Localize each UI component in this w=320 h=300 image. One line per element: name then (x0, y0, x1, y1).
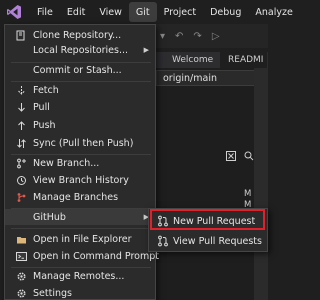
menu-item-label: Open in Command Prompt (33, 250, 160, 262)
menu-item-local-repositories[interactable]: Local Repositories... ▶ (5, 42, 155, 58)
menu-item-label: Push (33, 119, 56, 131)
terminal-icon (15, 250, 27, 262)
redo-icon[interactable]: ↷ (193, 31, 201, 42)
menu-item-label: View Pull Requests (173, 235, 262, 247)
right-side-panel (254, 68, 268, 300)
menu-item-label: GitHub (33, 211, 66, 223)
tab-readme[interactable]: READMI (220, 52, 268, 68)
menu-view[interactable]: View (92, 2, 129, 22)
menu-item-pull[interactable]: Pull (5, 99, 155, 115)
modified-status-badge: M (244, 189, 252, 199)
clone-icon (15, 29, 27, 41)
menu-item-view-branch-history[interactable]: View Branch History (5, 172, 155, 188)
visual-studio-logo-icon[interactable] (6, 3, 22, 21)
menu-item-open-in-command-prompt[interactable]: Open in Command Prompt (5, 248, 159, 264)
editor-area (150, 68, 268, 300)
menu-analyze[interactable]: Analyze (248, 2, 299, 22)
manage-branches-icon (15, 191, 27, 203)
gear-icon (15, 270, 27, 282)
menu-edit[interactable]: Edit (60, 2, 92, 22)
menu-item-manage-remotes[interactable]: Manage Remotes... (5, 268, 155, 284)
menu-item-label: Manage Remotes... (33, 270, 125, 282)
menu-item-manage-branches[interactable]: Manage Branches (5, 189, 155, 205)
pull-icon (15, 101, 27, 113)
menu-bar: File Edit View Git Project Debug Analyze (0, 0, 293, 24)
menu-item-label: Open in File Explorer (33, 233, 132, 245)
dropdown-arrow-icon[interactable]: ▾ (160, 31, 165, 42)
menu-item-clone-repository[interactable]: Clone Repository... (5, 27, 155, 43)
settings-icon (15, 287, 27, 299)
menu-project[interactable]: Project (157, 2, 204, 22)
menu-item-label: Local Repositories... (33, 44, 129, 56)
git-menu-dropdown: Clone Repository... Local Repositories..… (4, 24, 159, 300)
folder-icon (15, 233, 27, 245)
menu-item-label: Sync (Pull then Push) (33, 137, 134, 149)
menu-item-label: View Branch History (33, 174, 129, 186)
clear-filter-icon[interactable] (226, 150, 236, 164)
menu-item-label: New Branch... (33, 157, 100, 169)
highlight-annotation-box (150, 209, 265, 230)
menu-item-github[interactable]: GitHub ▶ (5, 209, 155, 225)
document-tab-strip: Welcome READMI (150, 50, 268, 68)
menu-item-label: Pull (33, 101, 50, 113)
search-icon[interactable] (244, 151, 254, 164)
menu-item-commit-or-stash[interactable]: Commit or Stash... (5, 62, 155, 78)
menu-item-label: Commit or Stash... (33, 64, 122, 76)
toolbar: ▾ ↶ ↷ ▷ (150, 24, 268, 48)
menu-item-sync[interactable]: Sync (Pull then Push) (5, 135, 155, 151)
menu-item-push[interactable]: Push (5, 117, 155, 133)
menu-git[interactable]: Git (128, 2, 157, 22)
menu-item-new-branch[interactable]: New Branch... (5, 155, 155, 171)
menu-debug[interactable]: Debug (203, 2, 248, 22)
menu-item-label: Clone Repository... (33, 29, 122, 41)
menu-item-label: Fetch (33, 84, 59, 96)
pull-request-icon (157, 235, 169, 247)
branch-selector[interactable]: origin/main (156, 70, 268, 86)
undo-icon[interactable]: ↶ (175, 31, 183, 42)
fetch-icon (15, 84, 27, 96)
push-icon (15, 119, 27, 131)
history-icon (15, 174, 27, 186)
menu-file[interactable]: File (30, 2, 60, 22)
menu-separator (11, 228, 151, 229)
filter-row (156, 150, 254, 164)
menu-item-view-pull-requests[interactable]: View Pull Requests (149, 232, 267, 250)
menu-item-fetch[interactable]: Fetch (5, 82, 155, 98)
new-branch-icon (15, 157, 27, 169)
menu-item-label: Manage Branches (33, 191, 119, 203)
tab-welcome[interactable]: Welcome (150, 52, 220, 68)
menu-item-open-in-file-explorer[interactable]: Open in File Explorer (5, 231, 155, 247)
menu-item-settings[interactable]: Settings (5, 285, 155, 300)
sync-icon (15, 137, 27, 149)
menu-item-label: Settings (33, 287, 72, 299)
start-debug-icon[interactable]: ▷ (212, 31, 220, 42)
submenu-arrow-icon: ▶ (143, 46, 149, 54)
